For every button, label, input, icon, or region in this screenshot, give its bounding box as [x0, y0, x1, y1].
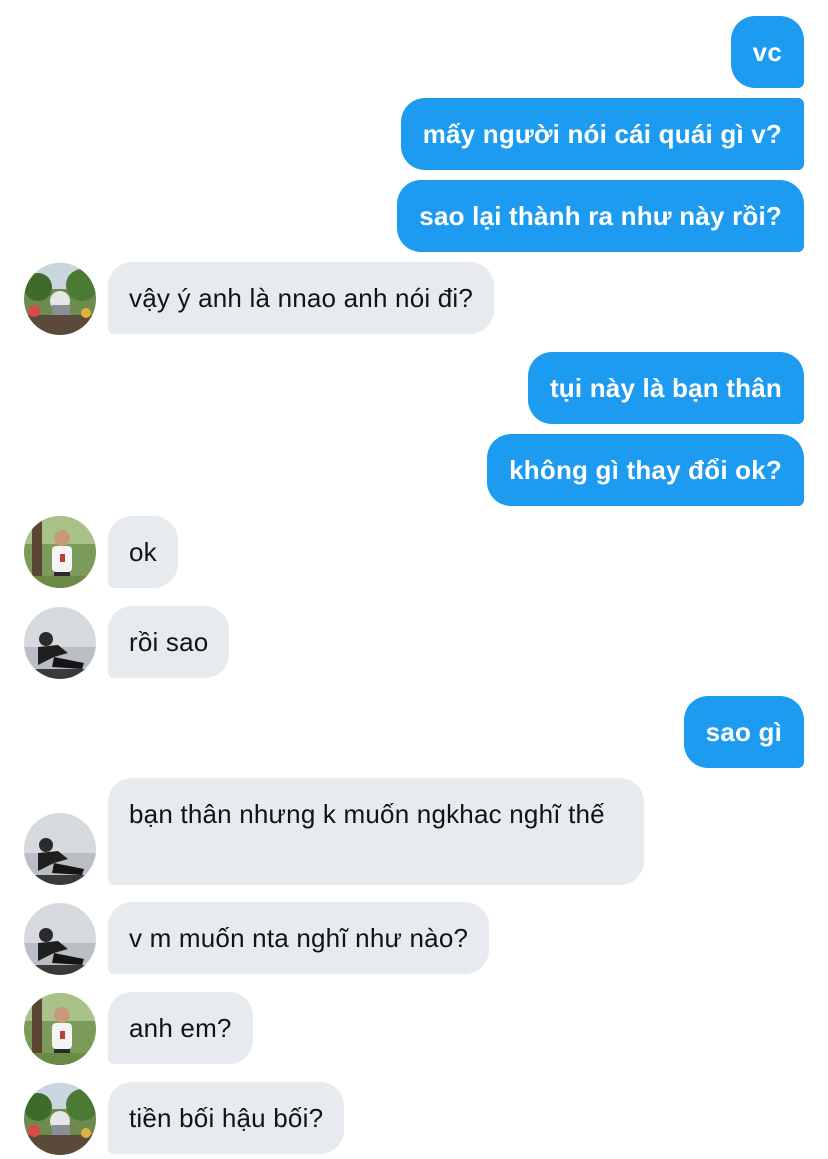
- avatar-garden-icon[interactable]: [24, 1083, 96, 1155]
- received-message[interactable]: bạn thân nhưng k muốn ngkhac nghĩ thế: [108, 778, 644, 885]
- received-message[interactable]: vậy ý anh là nnao anh nói đi?: [108, 262, 495, 334]
- avatar-person-sitting-icon[interactable]: [24, 903, 96, 975]
- avatar-garden-icon[interactable]: [24, 263, 96, 335]
- sent-message[interactable]: tụi này là bạn thân: [527, 352, 804, 424]
- avatar-person-sitting-icon[interactable]: [24, 813, 96, 885]
- avatar-person-white-shirt-icon[interactable]: [24, 516, 96, 588]
- sent-message[interactable]: mấy người nói cái quái gì v?: [400, 98, 804, 170]
- received-message[interactable]: anh em?: [108, 992, 253, 1064]
- received-message[interactable]: tiền bối hậu bối?: [108, 1082, 345, 1154]
- sent-message[interactable]: vc: [730, 16, 804, 88]
- chat-thread: vc mấy người nói cái quái gì v? sao lại …: [0, 0, 828, 1159]
- avatar-person-sitting-icon[interactable]: [24, 607, 96, 679]
- avatar-person-white-shirt-icon[interactable]: [24, 993, 96, 1065]
- received-message[interactable]: rồi sao: [108, 606, 230, 678]
- received-message[interactable]: ok: [108, 516, 178, 588]
- sent-message[interactable]: sao lại thành ra như này rồi?: [397, 180, 804, 252]
- received-message[interactable]: v m muốn nta nghĩ như nào?: [108, 902, 490, 974]
- sent-message[interactable]: không gì thay đổi ok?: [487, 434, 804, 506]
- sent-message[interactable]: sao gì: [683, 696, 804, 768]
